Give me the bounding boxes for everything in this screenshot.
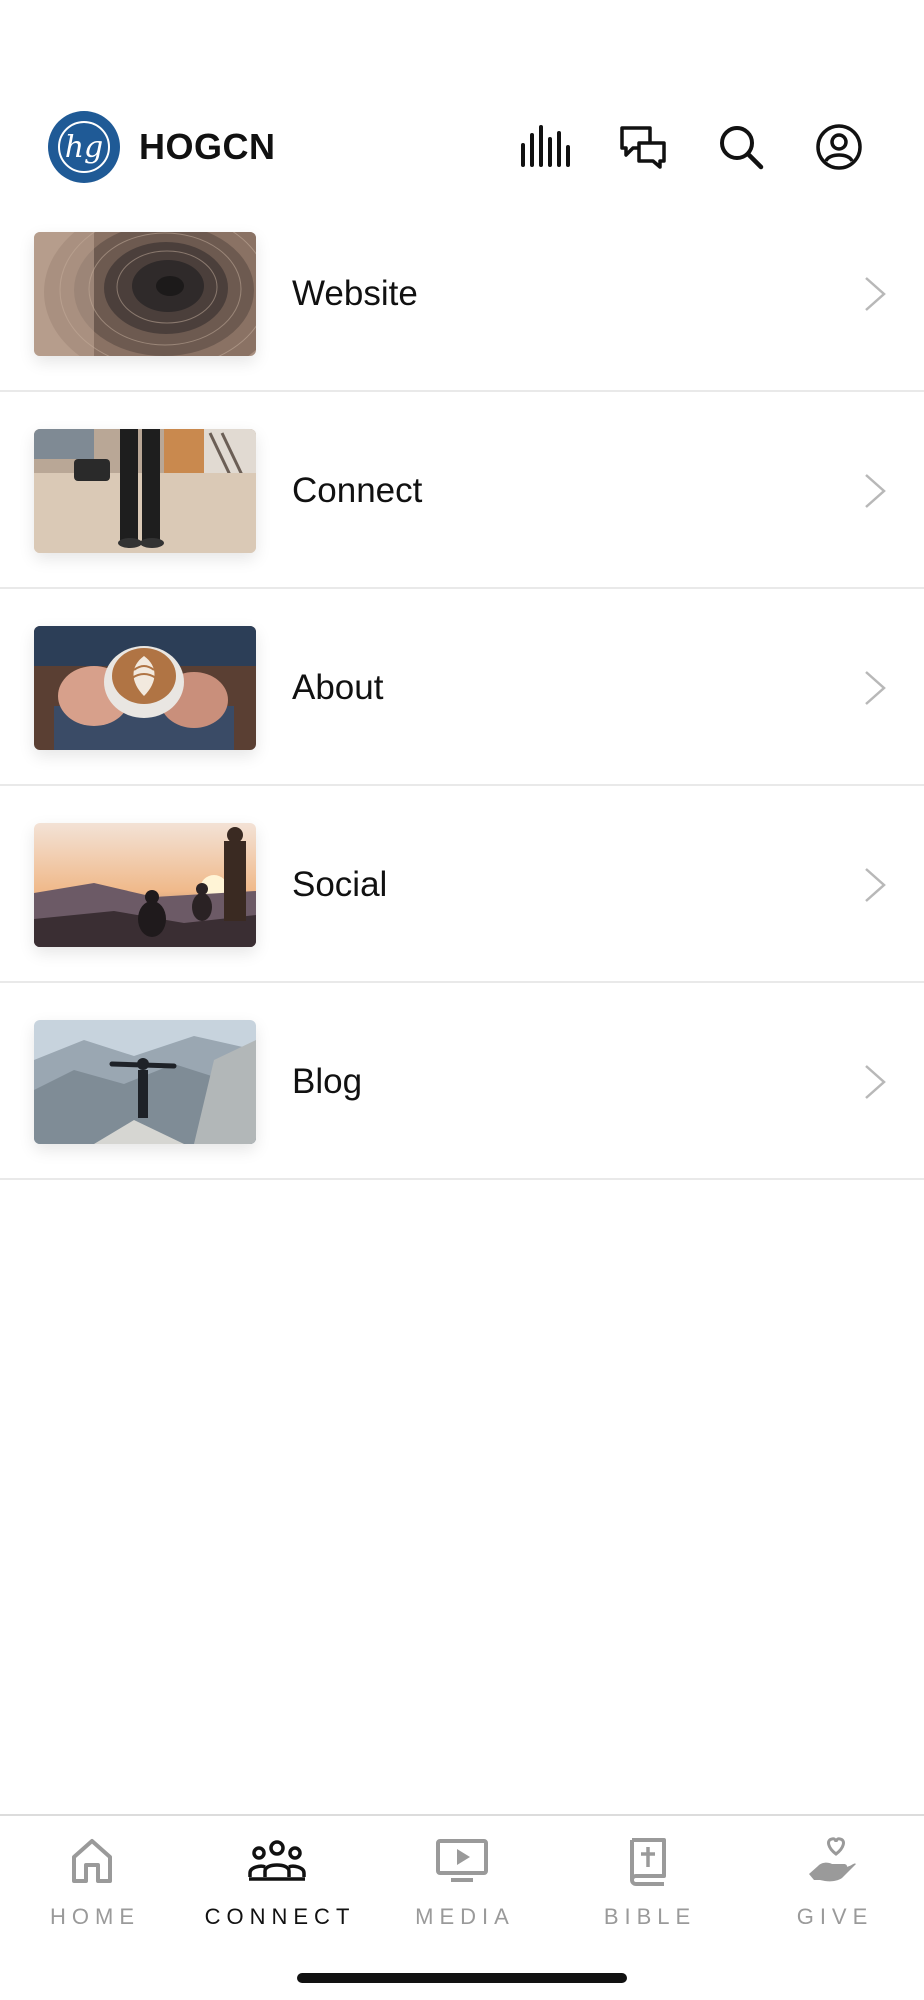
- home-icon: [72, 1839, 112, 1883]
- account-button[interactable]: [811, 119, 867, 175]
- chevron-right-icon: [865, 868, 886, 902]
- hand-heart-icon: [809, 1837, 856, 1882]
- chevron-right-icon: [865, 1065, 886, 1099]
- tab-home[interactable]: HOME: [0, 1834, 184, 1944]
- account-icon: [816, 124, 862, 170]
- tab-label: BIBLE: [603, 1904, 697, 1929]
- list-item-label: Blog: [292, 1062, 363, 1101]
- list-item-label: About: [292, 668, 384, 707]
- tab-media[interactable]: MEDIA: [370, 1834, 554, 1944]
- list-item-social[interactable]: Social: [0, 786, 924, 983]
- tab-label: GIVE: [796, 1904, 874, 1929]
- tree-rings-thumbnail: [34, 232, 256, 356]
- connect-screen: hg HOGCN Website Connect About Social Bl…: [0, 0, 924, 2000]
- app-header: hg HOGCN: [0, 108, 924, 186]
- hg-monogram-icon: hg: [58, 121, 110, 173]
- tree-rings-photo: [34, 232, 256, 356]
- tab-label: HOME: [50, 1904, 140, 1929]
- tab-label: CONNECT: [204, 1904, 356, 1929]
- list-item-label: Website: [292, 274, 418, 313]
- chevron-right-icon: [865, 474, 886, 508]
- svg-text:hg: hg: [65, 130, 104, 165]
- latte-thumbnail: [34, 626, 256, 750]
- list-item-label: Social: [292, 865, 388, 904]
- chevron-right-icon: [865, 277, 886, 311]
- list-item-website[interactable]: Website: [0, 216, 924, 392]
- connect-list: Website Connect About Social Blog: [0, 216, 924, 1180]
- list-item-label: Connect: [292, 471, 423, 510]
- chevron-right-icon: [865, 671, 886, 705]
- tab-label: MEDIA: [415, 1904, 515, 1929]
- chat-button[interactable]: [615, 119, 671, 175]
- list-item-about[interactable]: About: [0, 589, 924, 786]
- home-indicator[interactable]: [297, 1973, 627, 1983]
- audio-button[interactable]: [517, 119, 573, 175]
- search-button[interactable]: [713, 119, 769, 175]
- mountain-peak-photo: [34, 1020, 256, 1144]
- beach-walk-photo: [34, 429, 256, 553]
- list-item-connect[interactable]: Connect: [0, 392, 924, 589]
- play-screen-icon: [436, 1839, 488, 1882]
- sunset-friends-photo: [34, 823, 256, 947]
- tab-bible[interactable]: BIBLE: [555, 1834, 739, 1944]
- app-logo[interactable]: hg: [48, 111, 120, 183]
- sunset-thumbnail: [34, 823, 256, 947]
- app-title: HOGCN: [139, 126, 276, 167]
- search-icon: [720, 126, 764, 170]
- mountain-thumbnail: [34, 1020, 256, 1144]
- bible-icon: [630, 1838, 666, 1886]
- audio-bars-icon: [521, 125, 570, 167]
- tab-connect[interactable]: CONNECT: [185, 1834, 369, 1944]
- chat-icon: [620, 126, 666, 169]
- latte-cup-photo: [34, 626, 256, 750]
- list-item-blog[interactable]: Blog: [0, 983, 924, 1180]
- tab-give[interactable]: GIVE: [740, 1834, 924, 1944]
- people-icon: [248, 1840, 306, 1881]
- beach-walk-thumbnail: [34, 429, 256, 553]
